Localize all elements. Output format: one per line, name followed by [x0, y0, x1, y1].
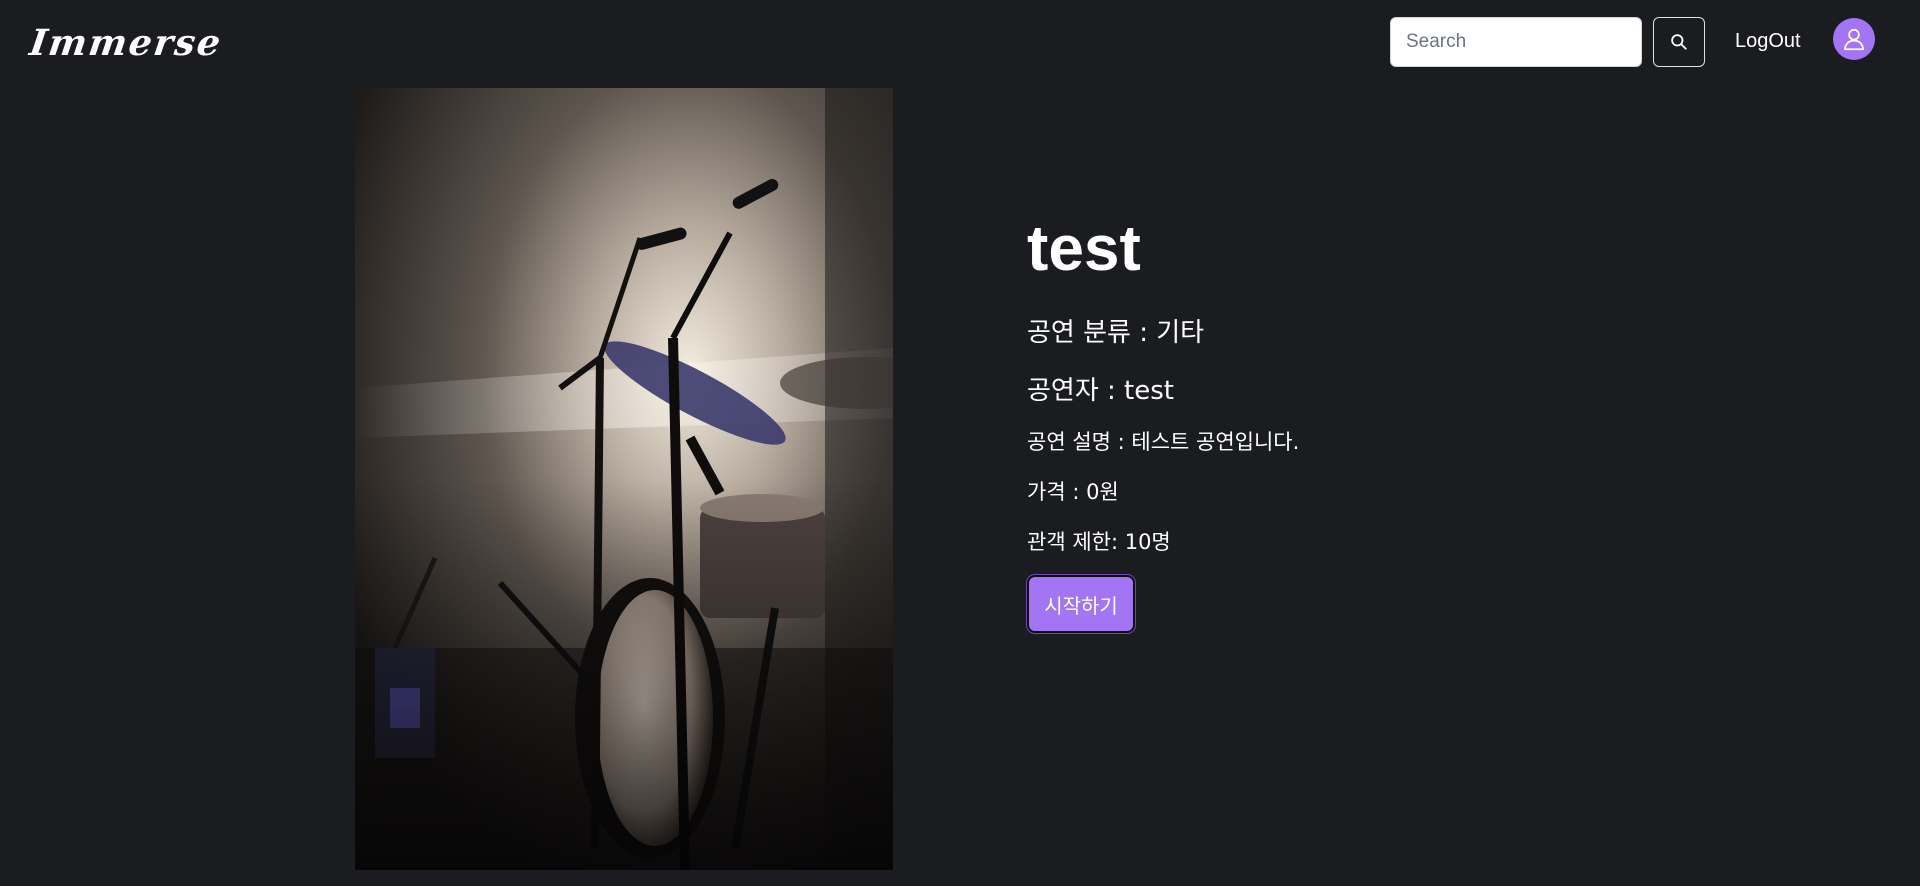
performance-price: 가격 : 0원	[1027, 480, 1119, 504]
performance-description: 공연 설명 : 테스트 공연입니다.	[1027, 430, 1300, 454]
user-icon	[1843, 28, 1865, 51]
navbar: Immerse LogOut	[0, 0, 1920, 86]
avatar-button[interactable]	[1833, 18, 1875, 60]
performance-performer: 공연자 : test	[1027, 376, 1174, 406]
performance-title: test	[1027, 212, 1141, 284]
performance-poster	[355, 88, 893, 870]
search-icon	[1671, 34, 1687, 50]
logo[interactable]: Immerse	[27, 22, 225, 64]
performance-capacity: 관객 제한: 10명	[1027, 530, 1171, 554]
start-button[interactable]: 시작하기	[1027, 575, 1135, 633]
search-button[interactable]	[1653, 17, 1705, 67]
search-input[interactable]	[1390, 17, 1642, 67]
logout-link[interactable]: LogOut	[1735, 30, 1801, 53]
performance-genre: 공연 분류 : 기타	[1027, 318, 1205, 348]
